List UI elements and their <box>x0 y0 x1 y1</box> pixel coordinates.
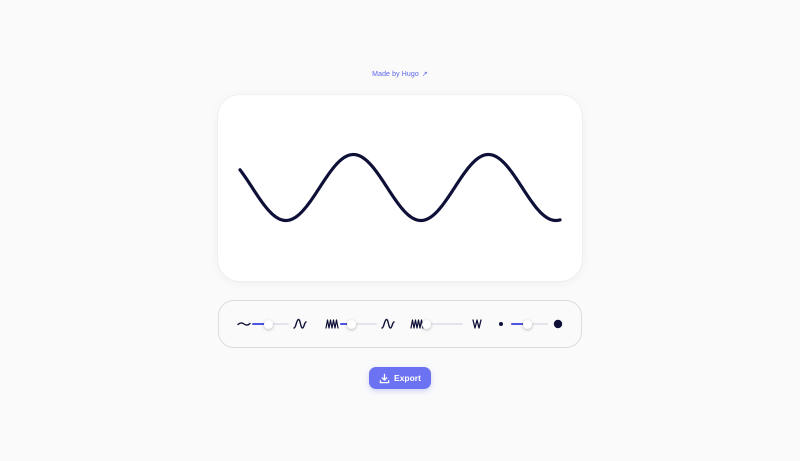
flat-wave-icon <box>237 322 251 326</box>
sharpness-slider-thumb[interactable] <box>421 319 431 329</box>
small-dot-icon <box>499 322 503 326</box>
frequency-control <box>325 301 395 347</box>
stroke-width-slider-thumb[interactable] <box>523 319 533 329</box>
credit-label: Made by Hugo <box>372 71 419 78</box>
stroke-width-slider[interactable] <box>511 319 548 329</box>
amplitude-slider[interactable] <box>252 319 289 329</box>
sparse-wave-icon <box>381 318 395 329</box>
sharpness-control <box>410 301 490 347</box>
page: Made by Hugo ↗ Export <box>0 0 800 461</box>
controls-panel <box>218 300 582 348</box>
wave-svg <box>238 152 562 223</box>
amplitude-slider-thumb[interactable] <box>264 319 274 329</box>
export-button[interactable]: Export <box>369 367 431 389</box>
wave-line <box>238 152 562 223</box>
zigzag-narrow-icon <box>472 319 482 329</box>
large-dot-icon <box>553 319 563 329</box>
frequency-slider[interactable] <box>340 319 377 329</box>
tall-wave-icon <box>293 318 307 329</box>
wave-canvas <box>218 95 582 281</box>
dense-wave-icon <box>325 319 339 329</box>
stroke-width-control <box>497 301 567 347</box>
frequency-slider-thumb[interactable] <box>346 319 356 329</box>
amplitude-control <box>237 301 307 347</box>
sharpness-slider[interactable] <box>421 319 463 329</box>
credit-link[interactable]: Made by Hugo ↗ <box>0 70 800 78</box>
external-link-icon: ↗ <box>421 71 428 78</box>
export-button-label: Export <box>394 373 421 383</box>
download-icon <box>379 373 390 383</box>
